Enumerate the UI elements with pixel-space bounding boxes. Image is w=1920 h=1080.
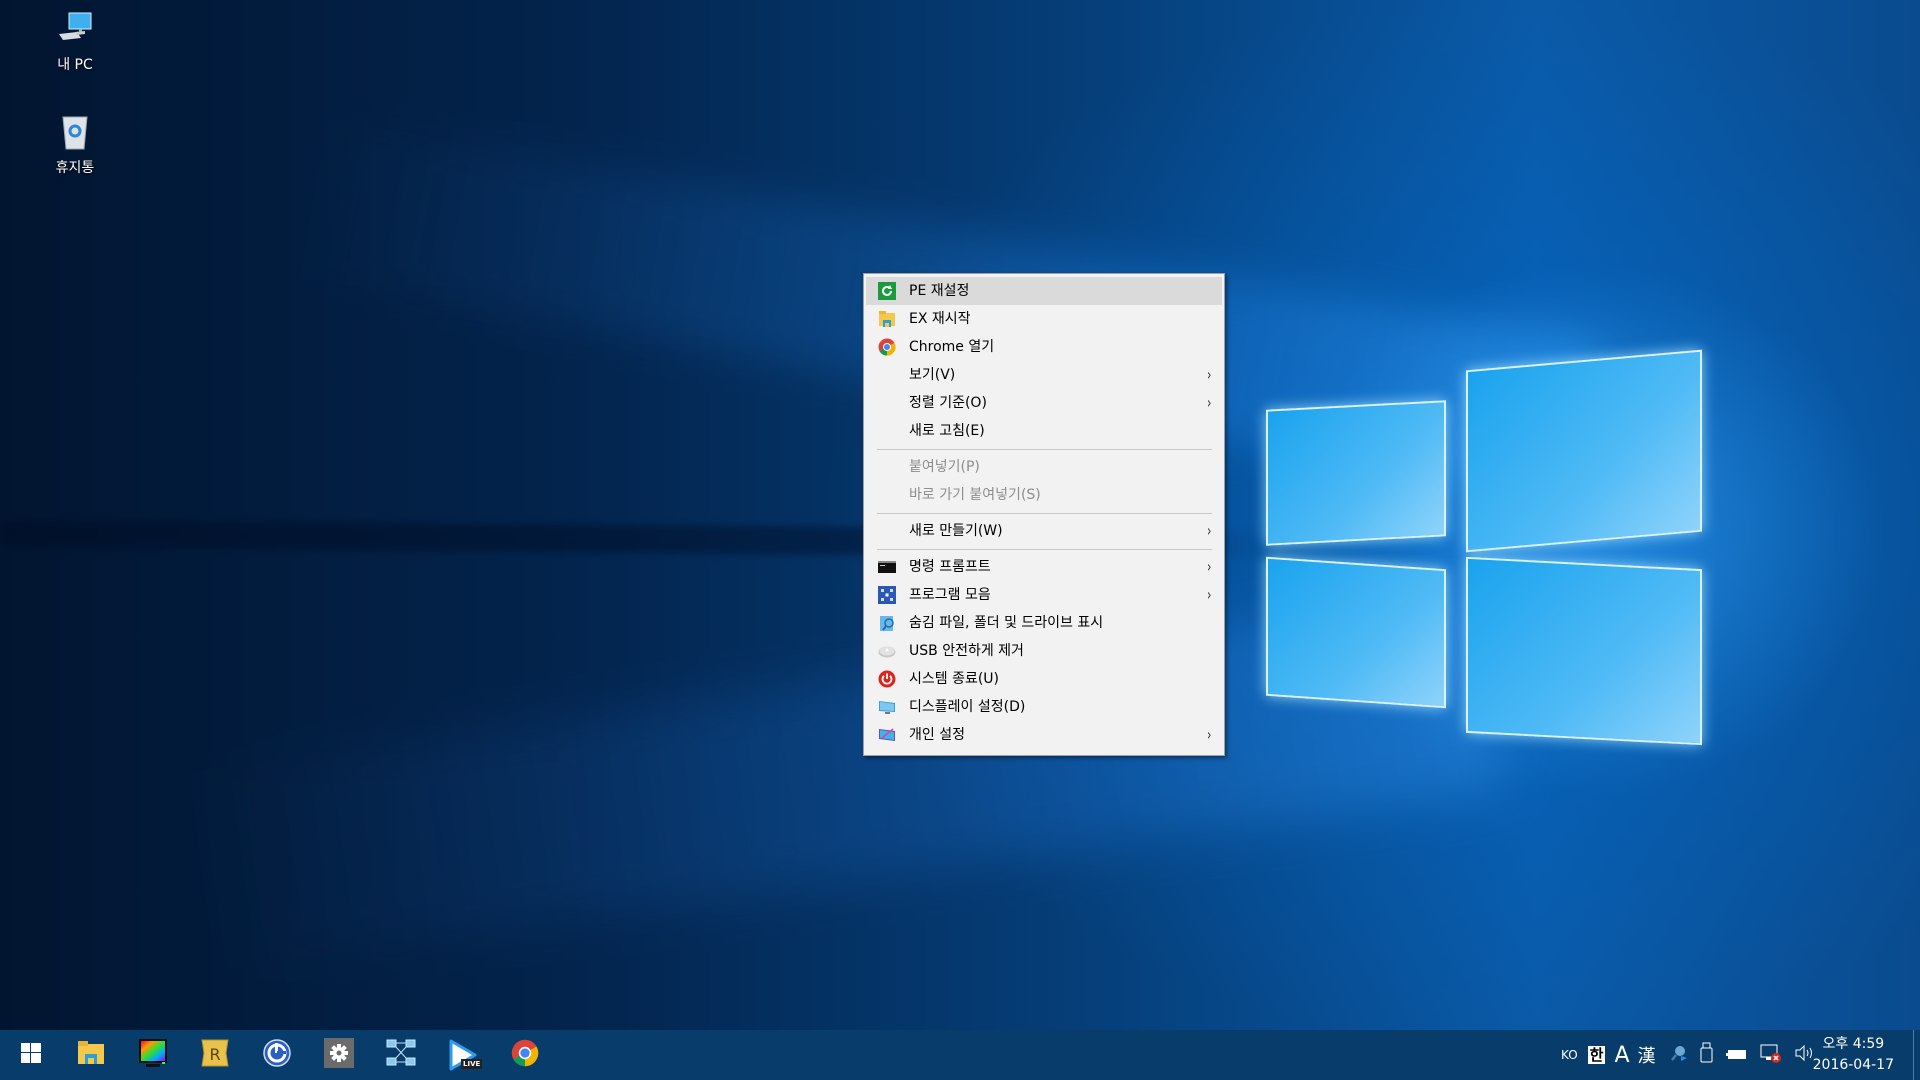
menu-item-label: 보기(V) (909, 367, 956, 383)
ime-mode-indicator[interactable]: 한 (1587, 1046, 1606, 1064)
clock-time: 오후 4:59 (1822, 1036, 1885, 1052)
taskbar-chrome[interactable] (494, 1030, 556, 1080)
menu-item-label: 정렬 기준(O) (909, 395, 987, 411)
menu-item-label: 바로 가기 붙여넣기(S) (909, 487, 1041, 503)
menu-item-label: 붙여넣기(P) (909, 459, 980, 475)
desktop-icon-this-pc[interactable]: 내 PC (35, 10, 115, 74)
desktop-icon-label: 내 PC (57, 57, 93, 73)
menu-item-usb-eject[interactable]: USB 안전하게 제거 (866, 637, 1222, 665)
play-live-icon: LIVE (447, 1039, 483, 1071)
menu-item-open-chrome[interactable]: Chrome 열기 (866, 333, 1222, 361)
chrome-icon (878, 338, 896, 356)
menu-separator (877, 549, 1212, 550)
menu-item-label: 숨김 파일, 폴더 및 드라이브 표시 (909, 615, 1104, 631)
desktop-icon-label: 휴지통 (55, 160, 95, 176)
menu-item-label: 프로그램 모음 (909, 587, 991, 603)
chevron-right-icon: › (1206, 557, 1212, 576)
usb-eject-icon (878, 642, 896, 660)
recycle-bin-icon (55, 113, 95, 153)
menu-separator (877, 449, 1212, 450)
hanja-indicator[interactable]: 漢 (1638, 1042, 1656, 1068)
menu-item-shutdown[interactable]: 시스템 종료(U) (866, 665, 1222, 693)
gear-icon (324, 1038, 354, 1072)
menu-item-label: USB 안전하게 제거 (909, 643, 1024, 659)
chrome-icon (511, 1039, 539, 1071)
desktop[interactable]: 내 PC 휴지통 PE 재설정 EX 재시작 Chrome 열기 보기(V) ›… (0, 0, 1920, 1030)
menu-item-label: 새로 만들기(W) (909, 523, 1003, 539)
svg-text:R: R (209, 1045, 220, 1064)
taskbar-blue-circle-app[interactable] (246, 1030, 308, 1080)
display-icon (878, 698, 896, 716)
wallpaper-windows-logo (1260, 345, 1710, 746)
file-explorer-icon (878, 310, 896, 328)
menu-item-command-prompt[interactable]: 명령 프롬프트 › (866, 553, 1222, 581)
menu-item-personalize[interactable]: 개인 설정 › (866, 721, 1222, 749)
program-collection-icon (878, 586, 896, 604)
menu-item-label: Chrome 열기 (909, 339, 995, 355)
search-tray-icon[interactable] (1670, 1044, 1688, 1066)
refresh-green-icon (878, 282, 896, 300)
menu-separator (877, 513, 1212, 514)
taskbar-clock[interactable]: 오후 4:59 2016-04-17 (1813, 1034, 1894, 1076)
desktop-icon-recycle-bin[interactable]: 휴지통 (35, 113, 115, 177)
menu-item-new[interactable]: 새로 만들기(W) › (866, 517, 1222, 545)
ime-width-indicator[interactable]: A (1614, 1043, 1629, 1068)
personalize-icon (878, 726, 896, 744)
chevron-right-icon: › (1206, 365, 1212, 384)
live-badge: LIVE (461, 1059, 483, 1069)
usb-tray-icon[interactable] (1700, 1042, 1714, 1068)
chevron-right-icon: › (1206, 585, 1212, 604)
menu-item-program-collection[interactable]: 프로그램 모음 › (866, 581, 1222, 609)
start-button[interactable] (0, 1030, 62, 1080)
menu-item-label: 시스템 종료(U) (909, 671, 1000, 687)
chevron-right-icon: › (1206, 725, 1212, 744)
menu-item-ex-restart[interactable]: EX 재시작 (866, 305, 1222, 333)
menu-item-sort-by[interactable]: 정렬 기준(O) › (866, 389, 1222, 417)
show-desktop-button[interactable] (1913, 1030, 1920, 1080)
windows-logo-icon (21, 1043, 41, 1067)
desktop-context-menu: PE 재설정 EX 재시작 Chrome 열기 보기(V) › 정렬 기준(O)… (863, 273, 1225, 756)
menu-item-pe-reset[interactable]: PE 재설정 (866, 277, 1222, 305)
network-topology-icon (386, 1038, 416, 1072)
menu-item-refresh[interactable]: 새로 고침(E) (866, 417, 1222, 445)
file-explorer-icon (77, 1040, 105, 1070)
menu-item-paste-shortcut: 바로 가기 붙여넣기(S) (866, 481, 1222, 509)
show-hidden-icon (878, 614, 896, 632)
menu-item-paste: 붙여넣기(P) (866, 453, 1222, 481)
taskbar-r-app[interactable]: R (184, 1030, 246, 1080)
taskbar-color-monitor-app[interactable] (122, 1030, 184, 1080)
menu-item-label: 디스플레이 설정(D) (909, 699, 1026, 715)
taskbar-settings-app[interactable] (308, 1030, 370, 1080)
menu-item-view[interactable]: 보기(V) › (866, 361, 1222, 389)
menu-item-label: 개인 설정 (909, 727, 965, 743)
taskbar: R LIVE KO 한 A 漢 오후 4:59 2016-04-17 (0, 1030, 1920, 1080)
network-disconnected-icon[interactable] (1760, 1043, 1782, 1067)
language-indicator[interactable]: KO (1561, 1048, 1578, 1062)
color-monitor-icon (138, 1038, 168, 1072)
taskbar-live-player[interactable]: LIVE (432, 1030, 494, 1080)
menu-item-label: EX 재시작 (909, 311, 971, 327)
blue-circle-app-icon (263, 1039, 291, 1071)
system-tray: KO 한 A 漢 (1561, 1030, 1816, 1080)
battery-icon[interactable] (1725, 1046, 1748, 1065)
command-prompt-icon (878, 558, 896, 576)
this-pc-icon (55, 10, 95, 50)
chevron-right-icon: › (1206, 393, 1212, 412)
menu-item-label: PE 재설정 (909, 283, 970, 299)
r-app-icon: R (201, 1039, 229, 1071)
power-icon (878, 670, 896, 688)
chevron-right-icon: › (1206, 521, 1212, 540)
menu-item-show-hidden[interactable]: 숨김 파일, 폴더 및 드라이브 표시 (866, 609, 1222, 637)
menu-item-label: 새로 고침(E) (909, 423, 985, 439)
menu-item-label: 명령 프롬프트 (909, 559, 991, 575)
menu-item-display-settings[interactable]: 디스플레이 설정(D) (866, 693, 1222, 721)
taskbar-network-app[interactable] (370, 1030, 432, 1080)
clock-date: 2016-04-17 (1812, 1057, 1894, 1073)
taskbar-file-explorer[interactable] (60, 1030, 122, 1080)
